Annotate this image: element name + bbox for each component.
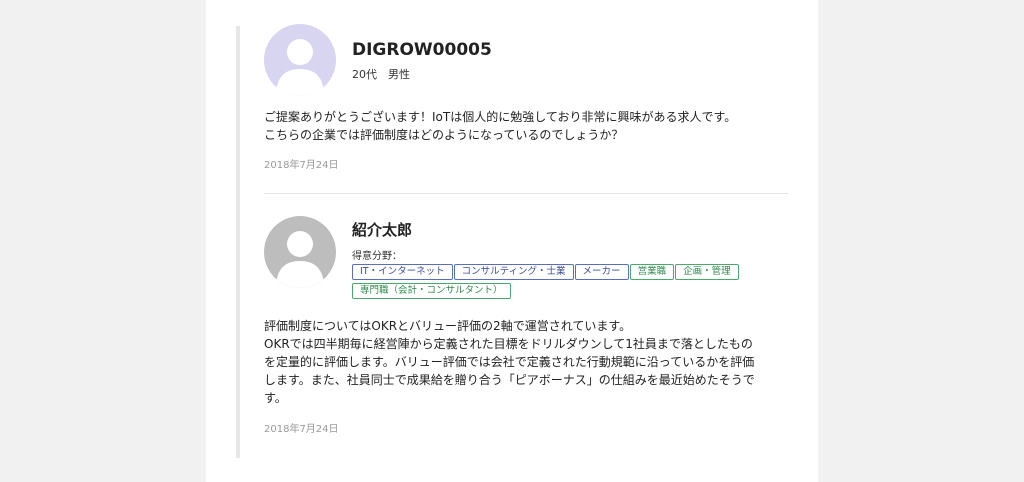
message-line: OKRでは四半期毎に経営陣から定義された目標をドリルダウンして1社員まで落とした…: [264, 337, 753, 351]
message-line: ご提案ありがとうございます！IoTは個人的に勉強しており非常に興味がある求人です…: [264, 110, 737, 124]
user-meta: 20代 男性: [352, 68, 410, 81]
specialty-label: 得意分野：: [352, 251, 402, 262]
specialty-tag[interactable]: 専門職（会計・コンサルタント）: [352, 283, 511, 299]
person-placeholder-icon: [264, 216, 336, 288]
recruiter-name[interactable]: 紹介太郎: [352, 219, 412, 240]
specialty-tag[interactable]: 営業職: [629, 264, 675, 280]
message-line: を定量的に評価します。バリュー評価では会社で定義された行動規範に沿っているかを評…: [264, 355, 755, 369]
message-line: します。また、社員同士で成果給を贈り合う「ピアボーナス」の仕組みを最近始めたそう…: [264, 373, 755, 387]
person-placeholder-icon: [264, 24, 336, 96]
specialty-tags: IT・インターネット コンサルティング・士業 メーカー 営業職 企画・管理専門職（会計・…: [352, 264, 782, 302]
divider: [264, 193, 788, 194]
message-line: 評価制度についてはOKRとバリュー評価の2軸で運営されています。: [264, 319, 632, 333]
specialty-tag[interactable]: 企画・管理: [675, 264, 739, 280]
specialty-tag[interactable]: IT・インターネット: [352, 264, 453, 280]
avatar[interactable]: [264, 216, 336, 288]
message-date: 2018年7月24日: [264, 160, 339, 171]
avatar[interactable]: [264, 24, 336, 96]
message-date: 2018年7月24日: [264, 424, 339, 435]
specialty-tag[interactable]: コンサルティング・士業: [453, 264, 574, 280]
message-line: こちらの企業では評価制度はどのようになっているのでしょうか？: [264, 128, 624, 142]
specialty-tag[interactable]: メーカー: [574, 264, 629, 280]
thread-line: [236, 26, 240, 458]
message-body: ご提案ありがとうございます！IoTは個人的に勉強しており非常に興味がある求人です…: [264, 108, 788, 144]
user-name[interactable]: DIGROW00005: [352, 40, 492, 60]
message-body: 評価制度についてはOKRとバリュー評価の2軸で運営されています。 OKRでは四半…: [264, 317, 788, 407]
message-line: す。: [264, 391, 287, 405]
